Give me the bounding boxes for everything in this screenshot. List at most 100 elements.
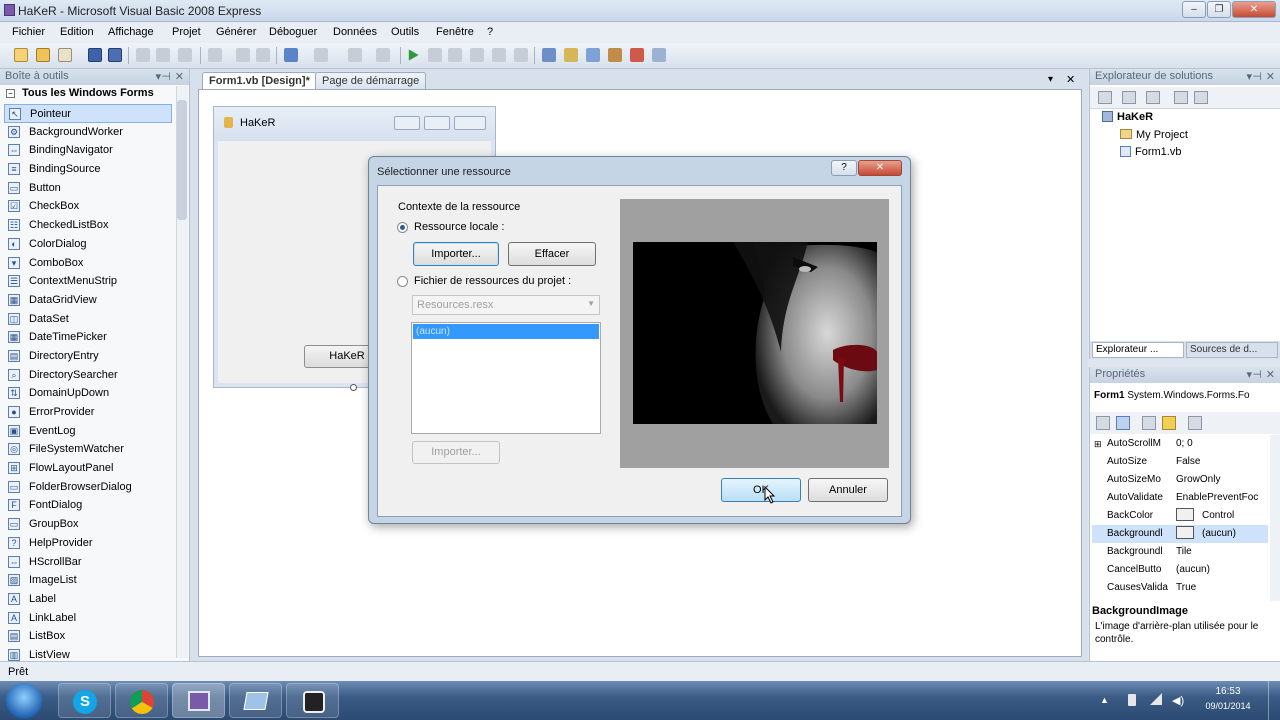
- resize-handle[interactable]: [350, 384, 357, 391]
- menu-fenetre[interactable]: Fenêtre: [436, 26, 474, 38]
- toolbox-item[interactable]: ◐ ColorDialog: [4, 235, 172, 254]
- taskbar-recorder[interactable]: [286, 683, 339, 718]
- close-icon[interactable]: ✕: [175, 70, 184, 83]
- paste-icon[interactable]: [178, 48, 192, 62]
- form1-node[interactable]: Form1.vb: [1120, 146, 1181, 158]
- close-icon[interactable]: ✕: [1266, 70, 1275, 83]
- start-debug-icon[interactable]: [408, 49, 419, 61]
- property-row[interactable]: AutoSizeMo GrowOnly: [1092, 471, 1268, 489]
- refresh-icon[interactable]: [1146, 91, 1160, 104]
- menu-generer[interactable]: Générer: [216, 26, 256, 38]
- menu-help[interactable]: ?: [487, 26, 493, 38]
- property-value[interactable]: 0; 0: [1176, 435, 1268, 453]
- property-value[interactable]: GrowOnly: [1176, 471, 1268, 489]
- toolbox-item[interactable]: ⊞ FlowLayoutPanel: [4, 459, 172, 478]
- tab-start-page[interactable]: Page de démarrage: [315, 72, 427, 90]
- tray-arrow-icon[interactable]: ▲: [1100, 695, 1109, 705]
- tab-dropdown-icon[interactable]: ▾: [1048, 74, 1053, 85]
- toolbox-item[interactable]: ⚙ BackgroundWorker: [4, 123, 172, 142]
- dropdown-arrow-icon[interactable]: ▾: [155, 70, 161, 83]
- close-icon[interactable]: ✕: [1266, 368, 1275, 381]
- toolbox-item[interactable]: ⌕ DirectorySearcher: [4, 366, 172, 385]
- toolbox-group[interactable]: − Tous les Windows Forms: [0, 87, 176, 102]
- project-node[interactable]: HaKeR: [1102, 111, 1153, 123]
- project-resource-radio[interactable]: [397, 276, 408, 287]
- clock-date[interactable]: 09/01/2014: [1200, 701, 1256, 711]
- copy-icon[interactable]: [156, 48, 170, 62]
- properties-view-icon[interactable]: [1142, 416, 1156, 430]
- pin-icon[interactable]: ⊣: [161, 70, 171, 83]
- toolbox-scroll-thumb[interactable]: [177, 100, 187, 220]
- properties-icon[interactable]: [1122, 91, 1136, 104]
- toolbox-item[interactable]: ☰ ContextMenuStrip: [4, 272, 172, 291]
- property-grid-scrollbar[interactable]: [1270, 435, 1280, 601]
- toolbox-item[interactable]: ▣ EventLog: [4, 422, 172, 441]
- menu-projet[interactable]: Projet: [172, 26, 201, 38]
- pin-icon[interactable]: ⊣: [1252, 368, 1262, 381]
- resource-list-item[interactable]: (aucun): [413, 324, 599, 339]
- toolbox-item[interactable]: ▾ ComboBox: [4, 254, 172, 273]
- property-value[interactable]: EnablePreventFoc: [1176, 489, 1268, 507]
- local-resource-radio[interactable]: [397, 222, 408, 233]
- resx-select[interactable]: Resources.resx ▼: [412, 295, 600, 315]
- object-browser-icon[interactable]: [630, 48, 644, 62]
- dropdown-arrow-icon[interactable]: ▾: [1246, 70, 1252, 83]
- tab-solution-explorer[interactable]: Explorateur ...: [1092, 342, 1184, 358]
- ok-button[interactable]: OK: [721, 478, 801, 502]
- toolbox-item[interactable]: ⇅ DomainUpDown: [4, 384, 172, 403]
- toolbox-item[interactable]: ▦ DataGridView: [4, 291, 172, 310]
- property-row[interactable]: CancelButto (aucun): [1092, 561, 1268, 579]
- close-button[interactable]: ✕: [1232, 1, 1276, 18]
- clear-button[interactable]: Effacer: [508, 242, 596, 266]
- import-button[interactable]: Importer...: [413, 242, 499, 266]
- toolbox-item[interactable]: ? HelpProvider: [4, 534, 172, 553]
- undo-icon[interactable]: [284, 48, 298, 62]
- my-project-node[interactable]: My Project: [1120, 129, 1188, 141]
- collapse-icon[interactable]: −: [6, 89, 15, 98]
- toolbox-item[interactable]: ⇔ HScrollBar: [4, 553, 172, 572]
- toolbox-item[interactable]: ◫ DataSet: [4, 310, 172, 329]
- menu-edition[interactable]: Edition: [60, 26, 94, 38]
- save-icon[interactable]: [88, 48, 102, 62]
- navigate-back-icon[interactable]: [348, 48, 362, 62]
- categorized-icon[interactable]: [1096, 416, 1110, 430]
- properties-icon[interactable]: [586, 48, 600, 62]
- dropdown-arrow-icon[interactable]: ▾: [1246, 368, 1252, 381]
- menu-deboguer[interactable]: Déboguer: [269, 26, 317, 38]
- alphabetical-icon[interactable]: [1116, 416, 1130, 430]
- step-out-icon[interactable]: [514, 48, 528, 62]
- delete-icon[interactable]: [208, 48, 222, 62]
- menu-fichier[interactable]: Fichier: [12, 26, 45, 38]
- property-pages-icon[interactable]: [1188, 416, 1202, 430]
- menu-donnees[interactable]: Données: [333, 26, 377, 38]
- property-row[interactable]: CausesValida True: [1092, 579, 1268, 597]
- toolbox-item[interactable]: ▭ GroupBox: [4, 515, 172, 534]
- tab-form1-design[interactable]: Form1.vb [Design]*: [202, 72, 317, 90]
- taskbar-chrome[interactable]: [115, 683, 168, 718]
- toolbox-item[interactable]: ▦ DateTimePicker: [4, 328, 172, 347]
- view-code-icon[interactable]: [1174, 91, 1188, 104]
- toolbox-item[interactable]: A LinkLabel: [4, 609, 172, 628]
- property-value[interactable]: True: [1176, 579, 1268, 597]
- property-row[interactable]: ⊞ AutoScrollM 0; 0: [1092, 435, 1268, 453]
- toolbox-item[interactable]: ▨ ImageList: [4, 571, 172, 590]
- toolbox-item[interactable]: ▤ ListBox: [4, 627, 172, 646]
- toolbox-item[interactable]: ⇔ BindingNavigator: [4, 141, 172, 160]
- cut-icon[interactable]: [136, 48, 150, 62]
- resource-list[interactable]: (aucun): [411, 322, 601, 434]
- show-all-files-icon[interactable]: [1098, 91, 1112, 104]
- toolbox-item[interactable]: ↖ Pointeur: [4, 104, 172, 123]
- toolbox-item[interactable]: F FontDialog: [4, 496, 172, 515]
- volume-icon[interactable]: ◀): [1172, 694, 1184, 707]
- toolbox-item[interactable]: ☷ CheckedListBox: [4, 216, 172, 235]
- clock-time[interactable]: 16:53: [1200, 686, 1256, 697]
- find-icon[interactable]: [542, 48, 556, 62]
- events-icon[interactable]: [1162, 416, 1176, 430]
- menu-outils[interactable]: Outils: [391, 26, 419, 38]
- menu-affichage[interactable]: Affichage: [108, 26, 154, 38]
- property-row[interactable]: Backgroundl (aucun): [1092, 525, 1268, 543]
- view-designer-icon[interactable]: [1194, 91, 1208, 104]
- taskbar-visual-basic[interactable]: [172, 683, 225, 718]
- uncomment-icon[interactable]: [256, 48, 270, 62]
- cancel-button[interactable]: Annuler: [808, 478, 888, 502]
